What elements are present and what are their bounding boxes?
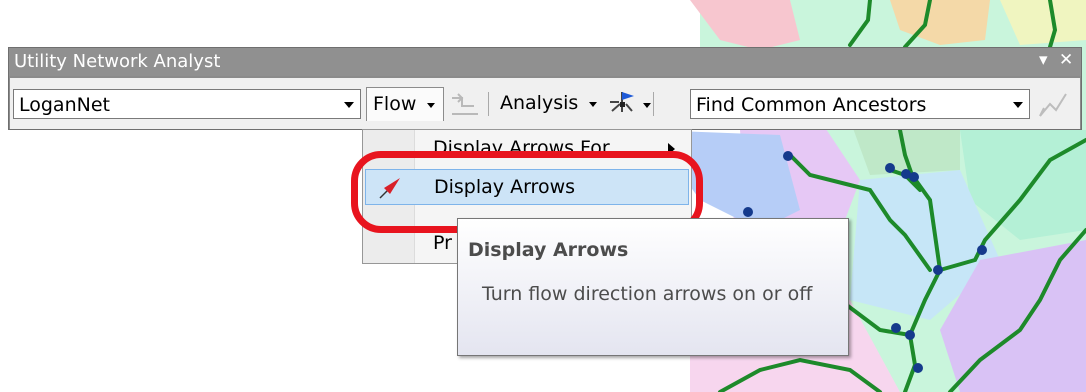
- add-flag-icon[interactable]: [606, 88, 640, 120]
- toolbar-title: Utility Network Analyst: [14, 51, 221, 72]
- network-select[interactable]: LoganNet: [13, 89, 361, 119]
- network-junction: [891, 323, 901, 333]
- task-select-value: Find Common Ancestors: [696, 94, 927, 116]
- network-junction: [905, 330, 915, 340]
- network-junction: [743, 207, 753, 217]
- analysis-menu-button[interactable]: Analysis: [494, 87, 602, 121]
- task-select[interactable]: Find Common Ancestors: [690, 89, 1030, 119]
- chevron-down-icon: [427, 103, 435, 108]
- toolbar-separator: [488, 92, 489, 116]
- chevron-down-icon[interactable]: [643, 103, 651, 108]
- flow-menu-label: Flow: [373, 93, 417, 115]
- analysis-menu-label: Analysis: [500, 92, 579, 114]
- network-junction: [909, 172, 919, 182]
- network-junction: [933, 265, 943, 275]
- tooltip: Display Arrows Turn flow direction arrow…: [457, 218, 849, 356]
- network-junction: [783, 151, 793, 161]
- network-junction: [977, 245, 987, 255]
- network-junction: [885, 163, 895, 173]
- chevron-down-icon[interactable]: [1013, 102, 1023, 108]
- toolbar-title-bar[interactable]: Utility Network Analyst ▾ ✕: [9, 48, 1081, 76]
- tooltip-title: Display Arrows: [468, 239, 629, 261]
- solve-icon[interactable]: [1036, 90, 1070, 120]
- chevron-down-icon: [589, 102, 597, 107]
- toolbar-options-icon[interactable]: ▾: [1039, 50, 1048, 70]
- network-junction: [913, 363, 923, 373]
- chevron-down-icon[interactable]: [344, 102, 354, 108]
- flow-trace-icon[interactable]: [448, 92, 482, 118]
- toolbar-separator: [653, 92, 654, 116]
- toolbar-body: LoganNet Flow Analysis Find Common Ances…: [10, 78, 1080, 129]
- flow-menu-button[interactable]: Flow: [366, 87, 444, 121]
- utility-network-analyst-toolbar: Utility Network Analyst ▾ ✕ LoganNet Flo…: [8, 47, 1082, 130]
- menu-item-label: Pr: [433, 232, 452, 254]
- close-icon[interactable]: ✕: [1059, 50, 1073, 70]
- network-select-value: LoganNet: [19, 94, 110, 116]
- tooltip-body: Turn flow direction arrows on or off: [482, 283, 813, 305]
